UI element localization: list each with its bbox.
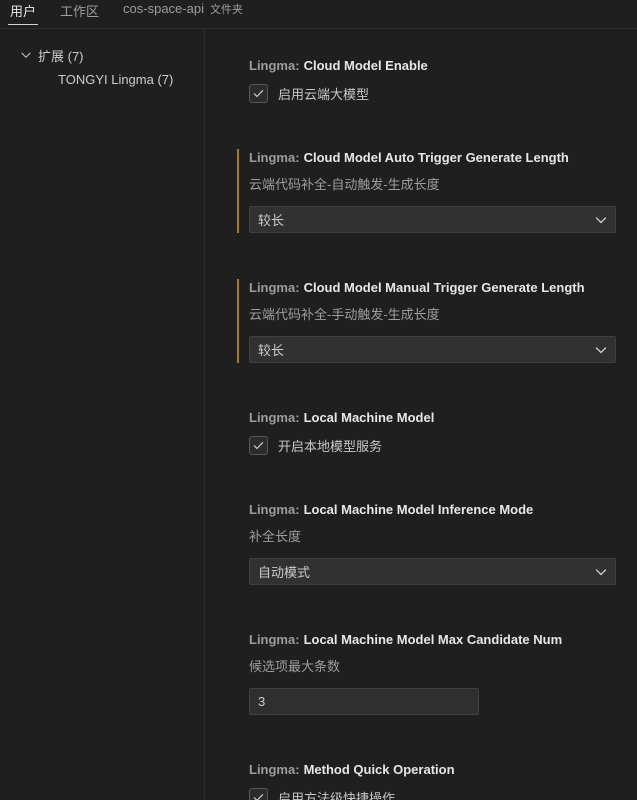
setting-method-quick-operation: Lingma: Method Quick Operation 启用方法级快捷操作 — [237, 761, 637, 800]
toc-item-extensions-label: 扩展 (7) — [38, 46, 84, 65]
method-quick-operation-checkbox[interactable] — [249, 788, 268, 800]
tab-folder-suffix: 文件夹 — [210, 4, 243, 16]
setting-name: Local Machine Model Max Candidate Num — [304, 632, 563, 647]
chevron-down-icon[interactable] — [18, 47, 34, 63]
setting-category: Lingma: — [249, 502, 300, 517]
checkbox-label: 启用方法级快捷操作 — [278, 788, 395, 800]
setting-category: Lingma: — [249, 762, 300, 777]
chevron-down-icon — [593, 564, 609, 580]
setting-local-machine-model-inference-mode: Lingma: Local Machine Model Inference Mod… — [237, 501, 637, 585]
tab-workspace-label: 工作区 — [60, 4, 99, 19]
select-value: 较长 — [258, 210, 284, 229]
setting-name: Cloud Model Enable — [304, 58, 428, 73]
setting-name: Cloud Model Manual Trigger Generate Leng… — [304, 280, 585, 295]
check-icon — [252, 791, 265, 800]
setting-category: Lingma: — [249, 280, 300, 295]
tab-workspace[interactable]: 工作区 — [58, 0, 101, 25]
settings-editor-body: 扩展 (7) TONGYI Lingma (7) Lingma: Cloud Mo… — [0, 29, 637, 800]
setting-local-machine-model-max-candidate-num: Lingma: Local Machine Model Max Candidate… — [237, 631, 637, 715]
setting-description: 补全长度 — [249, 528, 637, 546]
setting-title: Lingma: Local Machine Model Inference Mod… — [249, 501, 637, 519]
check-icon — [252, 439, 265, 452]
checkbox-row: 启用方法级快捷操作 — [249, 787, 637, 800]
select-value: 自动模式 — [258, 562, 310, 581]
setting-name: Method Quick Operation — [304, 762, 455, 777]
setting-category: Lingma: — [249, 58, 300, 73]
manual-trigger-length-select[interactable]: 较长 — [249, 336, 616, 363]
checkbox-row: 启用云端大模型 — [249, 83, 637, 103]
toc-item-tongyi-lingma-label: TONGYI Lingma (7) — [58, 72, 173, 87]
setting-title: Lingma: Local Machine Model Max Candidate… — [249, 631, 637, 649]
local-machine-model-checkbox[interactable] — [249, 436, 268, 455]
setting-description: 候选项最大条数 — [249, 658, 637, 676]
setting-title: Lingma: Cloud Model Enable — [249, 57, 637, 75]
cloud-model-enable-checkbox[interactable] — [249, 84, 268, 103]
setting-name: Local Machine Model — [304, 410, 435, 425]
auto-trigger-length-select[interactable]: 较长 — [249, 206, 616, 233]
checkbox-label: 开启本地模型服务 — [278, 436, 382, 455]
setting-cloud-model-enable: Lingma: Cloud Model Enable 启用云端大模型 — [237, 57, 637, 103]
setting-name: Local Machine Model Inference Mode — [304, 502, 534, 517]
setting-local-machine-model: Lingma: Local Machine Model 开启本地模型服务 — [237, 409, 637, 455]
setting-cloud-model-manual-trigger-generate-length: Lingma: Cloud Model Manual Trigger Genera… — [237, 279, 637, 363]
chevron-down-icon — [593, 212, 609, 228]
tab-user-label: 用户 — [10, 4, 36, 19]
setting-title: Lingma: Cloud Model Manual Trigger Genera… — [249, 279, 637, 297]
tab-user[interactable]: 用户 — [8, 0, 38, 25]
check-icon — [252, 87, 265, 100]
max-candidate-num-input[interactable] — [249, 688, 479, 715]
settings-list: Lingma: Cloud Model Enable 启用云端大模型 Lingma… — [205, 29, 637, 800]
checkbox-label: 启用云端大模型 — [278, 84, 369, 103]
setting-category: Lingma: — [249, 632, 300, 647]
setting-title: Lingma: Local Machine Model — [249, 409, 637, 427]
setting-cloud-model-auto-trigger-generate-length: Lingma: Cloud Model Auto Trigger Generate… — [237, 149, 637, 233]
select-value: 较长 — [258, 340, 284, 359]
setting-category: Lingma: — [249, 410, 300, 425]
setting-description: 云端代码补全-自动触发-生成长度 — [249, 176, 637, 194]
chevron-down-icon — [593, 342, 609, 358]
inference-mode-select[interactable]: 自动模式 — [249, 558, 616, 585]
toc-item-tongyi-lingma[interactable]: TONGYI Lingma (7) — [0, 67, 204, 91]
setting-name: Cloud Model Auto Trigger Generate Length — [304, 150, 569, 165]
setting-title: Lingma: Method Quick Operation — [249, 761, 637, 779]
tab-folder-label: cos-space-api — [123, 1, 204, 16]
settings-toc: 扩展 (7) TONGYI Lingma (7) — [0, 29, 205, 800]
tab-folder[interactable]: cos-space-api 文件夹 — [121, 0, 245, 22]
settings-scope-tabs: 用户 工作区 cos-space-api 文件夹 — [0, 0, 637, 29]
setting-title: Lingma: Cloud Model Auto Trigger Generate… — [249, 149, 637, 167]
toc-item-extensions[interactable]: 扩展 (7) — [0, 43, 204, 67]
setting-category: Lingma: — [249, 150, 300, 165]
checkbox-row: 开启本地模型服务 — [249, 435, 637, 455]
setting-description: 云端代码补全-手动触发-生成长度 — [249, 306, 637, 324]
